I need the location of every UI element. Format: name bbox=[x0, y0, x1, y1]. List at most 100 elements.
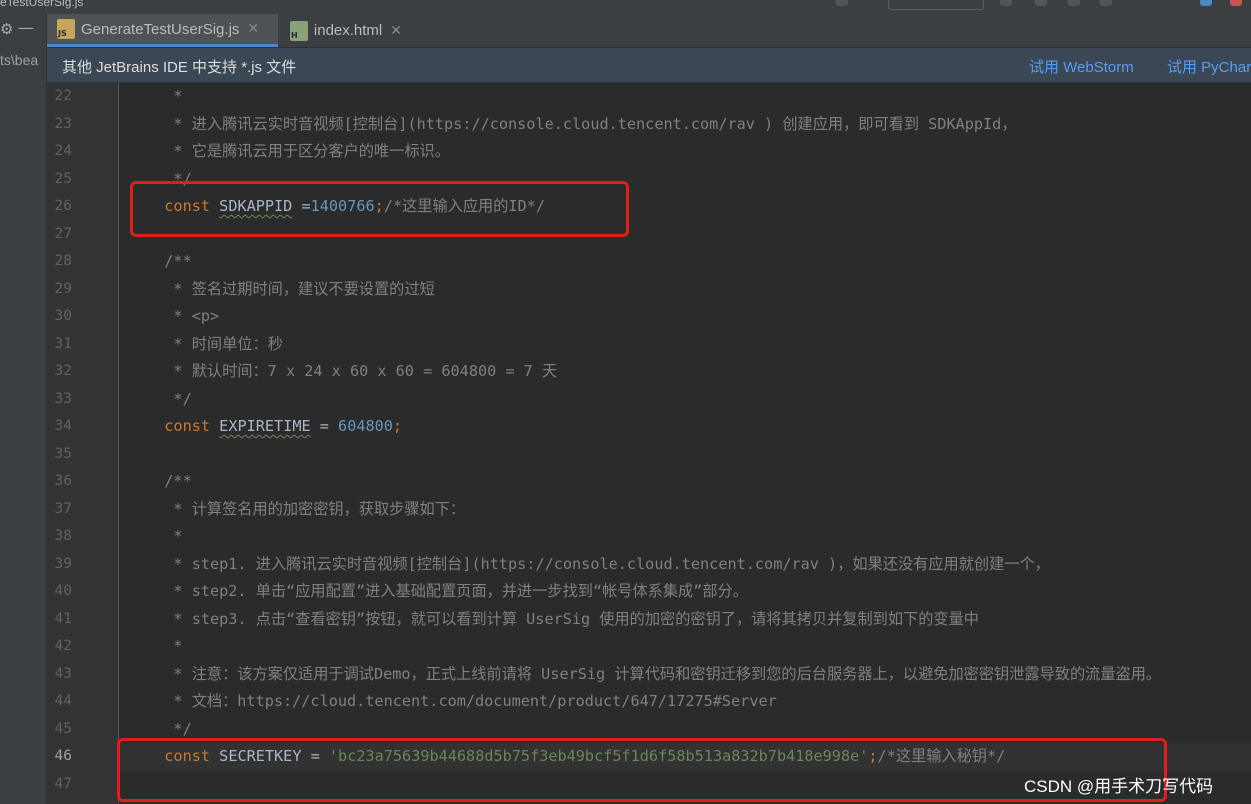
line-number: 36 bbox=[54, 473, 72, 489]
code-line[interactable]: */ bbox=[119, 386, 1251, 414]
code-token: * 进入腾讯云实时音视频[控制台](https://console.cloud.… bbox=[146, 114, 1017, 133]
line-number: 46 bbox=[54, 748, 72, 764]
code-line[interactable]: /** bbox=[119, 468, 1251, 496]
code-line[interactable]: */ bbox=[119, 166, 1251, 194]
code-line[interactable]: * bbox=[119, 83, 1251, 111]
line-number: 37 bbox=[54, 500, 72, 517]
html-file-icon: H bbox=[290, 20, 308, 41]
code-token: = bbox=[292, 197, 311, 215]
code-token: ; bbox=[374, 197, 384, 215]
code-line[interactable]: const SDKAPPID =1400766;/*这里输入应用的ID*/ bbox=[119, 193, 1251, 221]
code-token: /** bbox=[146, 472, 192, 490]
code-token: * bbox=[146, 527, 183, 545]
code-token: * 签名过期时间，建议不要设置的过短 bbox=[146, 279, 435, 298]
code-line[interactable]: * 文档：https://cloud.tencent.com/document/… bbox=[119, 688, 1251, 716]
line-number: 44 bbox=[54, 693, 72, 709]
editor-tab-bar: JS GenerateTestUserSig.js ✕ H index.html… bbox=[47, 14, 1251, 48]
code-line[interactable]: * bbox=[119, 633, 1251, 661]
line-number: 24 bbox=[54, 143, 72, 159]
run-icon[interactable] bbox=[1000, 0, 1012, 6]
try-pycharm-link[interactable]: 试用 PyCharm bbox=[1167, 56, 1251, 77]
line-number: 22 bbox=[54, 88, 72, 104]
code-line[interactable]: * 计算签名用的加密密钥，获取步骤如下： bbox=[119, 496, 1251, 524]
project-panel: ⚙ — ts\bea bbox=[0, 14, 47, 804]
notification-icon[interactable] bbox=[1230, 0, 1242, 6]
code-token: * step3. 点击“查看密钥”按钮，就可以看到计算 UserSig 使用的加… bbox=[146, 609, 979, 628]
line-number: 32 bbox=[54, 363, 72, 379]
code-token: ; bbox=[868, 747, 878, 765]
close-icon[interactable]: ✕ bbox=[247, 21, 259, 37]
project-tree-item[interactable]: ts\bea bbox=[0, 52, 46, 68]
run-config-dropdown[interactable] bbox=[888, 0, 984, 10]
code-line[interactable]: * 它是腾讯云用于区分客户的唯一标识。 bbox=[119, 138, 1251, 166]
tab-label: index.html bbox=[313, 22, 383, 39]
code-line[interactable]: * 默认时间：7 x 24 x 60 x 60 = 604800 = 7 天 bbox=[119, 358, 1251, 386]
code-token: * 时间单位：秒 bbox=[146, 334, 283, 353]
line-number: 42 bbox=[54, 638, 72, 654]
code-line[interactable]: * step2. 单击“应用配置”进入基础配置页面，并进一步找到“帐号体系集成”… bbox=[119, 578, 1251, 606]
line-number: 47 bbox=[54, 775, 72, 792]
line-number: 30 bbox=[54, 308, 72, 324]
code-token: * bbox=[146, 87, 183, 105]
code-token: * 文档：https://cloud.tencent.com/document/… bbox=[146, 692, 777, 710]
code-line[interactable]: const SECRETKEY = 'bc23a75639b44688d5b75… bbox=[119, 743, 1251, 771]
coverage-icon[interactable] bbox=[1068, 0, 1080, 6]
code-token: * step2. 单击“应用配置”进入基础配置页面，并进一步找到“帐号体系集成”… bbox=[146, 582, 748, 600]
code-token: const bbox=[164, 747, 220, 765]
code-line[interactable]: * 进入腾讯云实时音视频[控制台](https://console.cloud.… bbox=[119, 111, 1251, 139]
code-token: * bbox=[146, 637, 183, 655]
code-line[interactable]: * step3. 点击“查看密钥”按钮，就可以看到计算 UserSig 使用的加… bbox=[119, 606, 1251, 634]
line-number: 35 bbox=[54, 445, 72, 462]
debug-icon[interactable] bbox=[1035, 0, 1047, 6]
line-number: 39 bbox=[54, 555, 72, 572]
run-config-icon[interactable] bbox=[836, 0, 848, 6]
gear-icon[interactable]: ⚙ bbox=[0, 20, 13, 38]
code-token: 604800 bbox=[338, 417, 393, 435]
stop-icon[interactable] bbox=[1100, 0, 1112, 6]
plugin-suggestion-banner: 其他 JetBrains IDE 中支持 *.js 文件 试用 WebStorm… bbox=[47, 48, 1251, 83]
line-number: 45 bbox=[54, 720, 72, 737]
banner-message: 其他 JetBrains IDE 中支持 *.js 文件 bbox=[62, 59, 297, 76]
code-line[interactable]: * step1. 进入腾讯云实时音视频[控制台](https://console… bbox=[119, 551, 1251, 579]
tab-index-html[interactable]: H index.html ✕ bbox=[280, 14, 410, 47]
code-token: */ bbox=[146, 389, 192, 408]
code-line[interactable]: const EXPIRETIME = 604800; bbox=[119, 413, 1251, 441]
line-number: 26 bbox=[54, 198, 72, 214]
code-line[interactable]: */ bbox=[119, 716, 1251, 744]
code-line[interactable] bbox=[119, 441, 1251, 469]
code-line[interactable]: /** bbox=[119, 248, 1251, 276]
code-token: */ bbox=[146, 169, 192, 188]
collapse-icon[interactable]: — bbox=[18, 18, 38, 37]
line-number: 40 bbox=[54, 583, 72, 599]
window-filename: eTestUserSig.js bbox=[0, 0, 84, 9]
code-line[interactable]: * <p> bbox=[119, 303, 1251, 331]
tab-generatetestusersig[interactable]: JS GenerateTestUserSig.js ✕ bbox=[47, 14, 278, 47]
code-editor[interactable]: * * 进入腾讯云实时音视频[控制台](https://console.clou… bbox=[119, 83, 1251, 804]
code-line[interactable]: * bbox=[119, 523, 1251, 551]
code-token: * 默认时间：7 x 24 x 60 x 60 = 604800 = 7 天 bbox=[146, 362, 558, 380]
close-icon[interactable]: ✕ bbox=[390, 23, 402, 39]
line-number: 43 bbox=[54, 665, 72, 682]
js-file-icon: JS bbox=[57, 19, 75, 39]
code-token: ; bbox=[392, 417, 403, 435]
line-number: 25 bbox=[54, 170, 72, 187]
code-token: const bbox=[164, 197, 220, 215]
vcs-icon[interactable] bbox=[1200, 0, 1212, 6]
line-number: 38 bbox=[54, 528, 72, 544]
try-webstorm-link[interactable]: 试用 WebStorm bbox=[1029, 56, 1134, 77]
code-line[interactable]: * 注意：该方案仅适用于调试Demo，正式上线前请将 UserSig 计算代码和… bbox=[119, 661, 1251, 689]
line-number: 33 bbox=[54, 390, 72, 407]
code-line[interactable]: * 签名过期时间，建议不要设置的过短 bbox=[119, 276, 1251, 304]
code-identifier: EXPIRETIME bbox=[219, 417, 311, 435]
watermark: CSDN @用手术刀写代码 bbox=[1024, 777, 1214, 796]
code-token: /*这里输入应用的ID*/ bbox=[383, 197, 545, 215]
code-line[interactable] bbox=[119, 221, 1251, 249]
line-number: 41 bbox=[54, 610, 72, 627]
code-line[interactable]: * 时间单位：秒 bbox=[119, 331, 1251, 359]
code-token: 'bc23a75639b44688d5b75f3eb49bcf5f1d6f58b… bbox=[328, 747, 869, 765]
code-token: = bbox=[310, 417, 339, 435]
code-token: * step1. 进入腾讯云实时音视频[控制台](https://console… bbox=[146, 554, 1050, 573]
code-token: * 计算签名用的加密密钥，获取步骤如下： bbox=[146, 499, 466, 518]
code-token: 1400766 bbox=[310, 197, 375, 215]
code-token: * 它是腾讯云用于区分客户的唯一标识。 bbox=[146, 142, 450, 160]
